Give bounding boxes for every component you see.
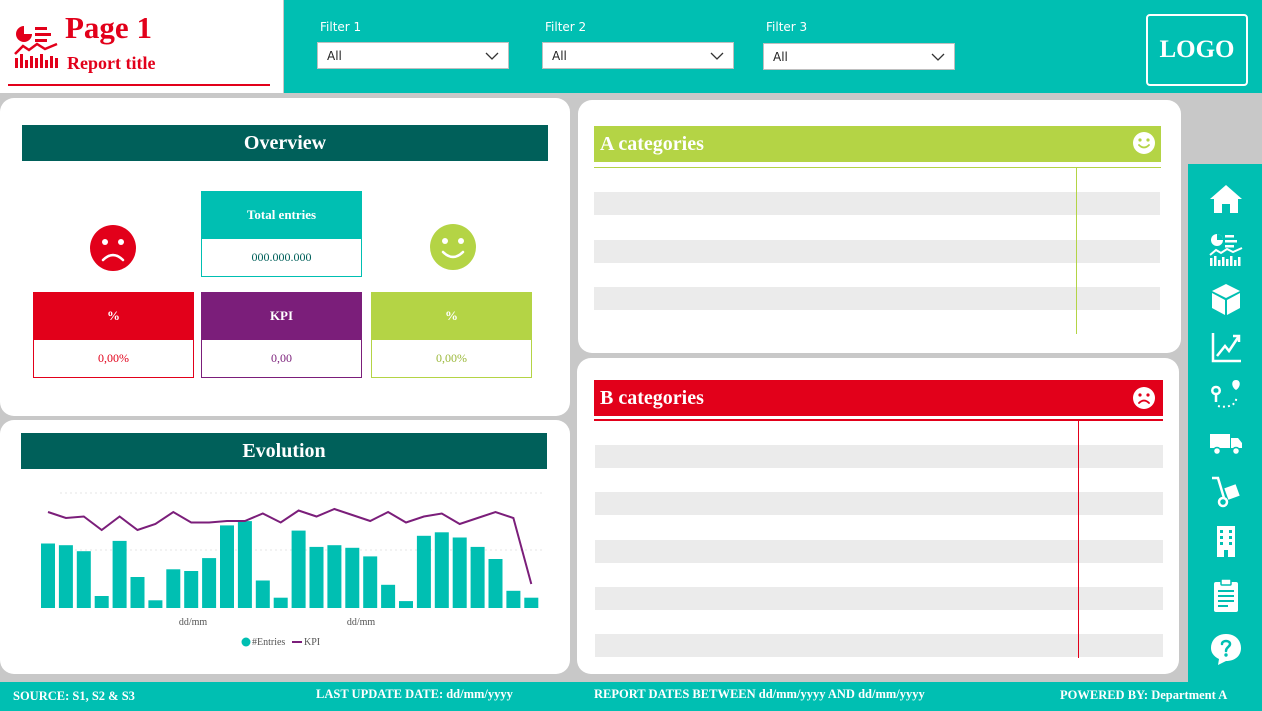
footer-report-dates: REPORT DATES BETWEEN dd/mm/yyyy AND dd/m… — [594, 687, 925, 701]
a-categories-title: A categories — [594, 126, 1161, 162]
sad-face-icon — [1133, 387, 1155, 409]
report-dashboard-icon — [14, 25, 58, 68]
entries-bar — [399, 601, 413, 608]
logo: LOGO — [1146, 14, 1248, 86]
footer-powered-by: POWERED BY: Department A — [1060, 688, 1228, 702]
left-percent-value: 0,00% — [33, 339, 194, 378]
legend-kpi-label: KPI — [304, 637, 320, 648]
entries-bar — [237, 521, 252, 608]
kpi-value: 0,00 — [201, 339, 362, 378]
entries-bar — [327, 545, 342, 608]
b-categories-panel: B categories — [577, 358, 1179, 674]
chevron-down-icon — [931, 53, 945, 61]
entries-bar — [130, 577, 145, 608]
entries-bar — [76, 551, 91, 608]
total-entries-label: Total entries — [201, 191, 362, 238]
legend-entries-marker — [241, 637, 251, 647]
b-categories-title: B categories — [594, 380, 1163, 416]
entries-bar — [506, 590, 521, 608]
entries-bar — [255, 580, 270, 608]
entries-bar — [148, 600, 163, 608]
b-categories-reference-line — [1078, 421, 1079, 658]
filter-1-value: All — [327, 49, 342, 63]
filter-3-select[interactable]: All — [763, 43, 955, 70]
sad-face-icon — [90, 225, 136, 271]
a-categories-reference-line — [1076, 168, 1077, 334]
report-dashboard-icon[interactable] — [1208, 232, 1244, 266]
footer-last-update: LAST UPDATE DATE: dd/mm/yyyy — [316, 687, 513, 701]
filter-1-select[interactable]: All — [317, 42, 509, 69]
entries-bar — [184, 571, 199, 608]
overview-panel: Overview Total entries 000.000.000 % 0,0… — [0, 98, 570, 416]
entries-bar — [524, 597, 539, 608]
building-icon[interactable] — [1208, 524, 1244, 558]
entries-bar — [291, 530, 306, 608]
total-entries-value: 000.000.000 — [201, 238, 362, 277]
report-subtitle: Report title — [67, 53, 156, 73]
route-icon[interactable] — [1208, 378, 1244, 412]
truck-icon[interactable] — [1208, 426, 1244, 460]
page-title: Page 1 — [65, 10, 152, 45]
filter-3-label: Filter 3 — [766, 20, 808, 34]
entries-bar — [345, 547, 360, 608]
filter-2-select[interactable]: All — [542, 42, 734, 69]
entries-bar — [166, 569, 181, 608]
entries-bar — [381, 584, 396, 608]
entries-bar — [112, 540, 127, 608]
entries-bar — [470, 546, 485, 608]
entries-bar — [416, 535, 431, 608]
entries-bar — [488, 559, 503, 608]
filter-2-label: Filter 2 — [545, 20, 587, 34]
entries-bar — [452, 537, 467, 608]
entries-bar — [58, 545, 73, 608]
filter-bar: Filter 1 All Filter 2 All Filter 3 All L… — [284, 0, 1262, 93]
filter-2-value: All — [552, 49, 567, 63]
kpi-label: KPI — [201, 292, 362, 339]
chevron-down-icon — [710, 52, 724, 60]
left-percent-label: % — [33, 292, 194, 339]
footer: SOURCE: S1, S2 & S3 LAST UPDATE DATE: dd… — [0, 682, 1262, 711]
happy-face-icon — [1133, 132, 1155, 154]
footer-source: SOURCE: S1, S2 & S3 — [13, 689, 135, 703]
entries-bar — [94, 596, 109, 608]
evolution-panel: Evolution dd/mm dd/mm #Entries KPI — [0, 420, 570, 674]
a-categories-panel: A categories — [578, 100, 1181, 353]
x-tick-label: dd/mm — [347, 617, 376, 628]
clipboard-icon[interactable] — [1208, 578, 1244, 612]
entries-bar — [220, 525, 234, 608]
entries-bar — [309, 546, 324, 608]
title-underline — [8, 84, 270, 86]
entries-bar — [273, 597, 288, 608]
right-percent-label: % — [371, 292, 532, 339]
right-percent-value: 0,00% — [371, 339, 532, 378]
home-icon[interactable] — [1208, 182, 1244, 216]
help-icon[interactable] — [1208, 632, 1244, 666]
line-chart-icon[interactable] — [1208, 330, 1244, 364]
box-icon[interactable] — [1208, 282, 1244, 316]
entries-bar — [363, 556, 378, 608]
entries-bar — [202, 558, 217, 608]
filter-1-label: Filter 1 — [320, 20, 362, 34]
filter-3-value: All — [773, 50, 788, 64]
chevron-down-icon — [485, 52, 499, 60]
legend-entries-label: #Entries — [252, 637, 285, 648]
evolution-chart: dd/mm dd/mm #Entries KPI — [41, 492, 545, 648]
happy-face-icon — [430, 224, 476, 270]
entries-bar — [434, 532, 449, 608]
hand-truck-icon[interactable] — [1208, 474, 1244, 508]
x-tick-label: dd/mm — [179, 617, 208, 628]
sidebar-nav — [1188, 164, 1262, 682]
overview-title: Overview — [22, 125, 548, 161]
entries-bar — [41, 543, 55, 608]
